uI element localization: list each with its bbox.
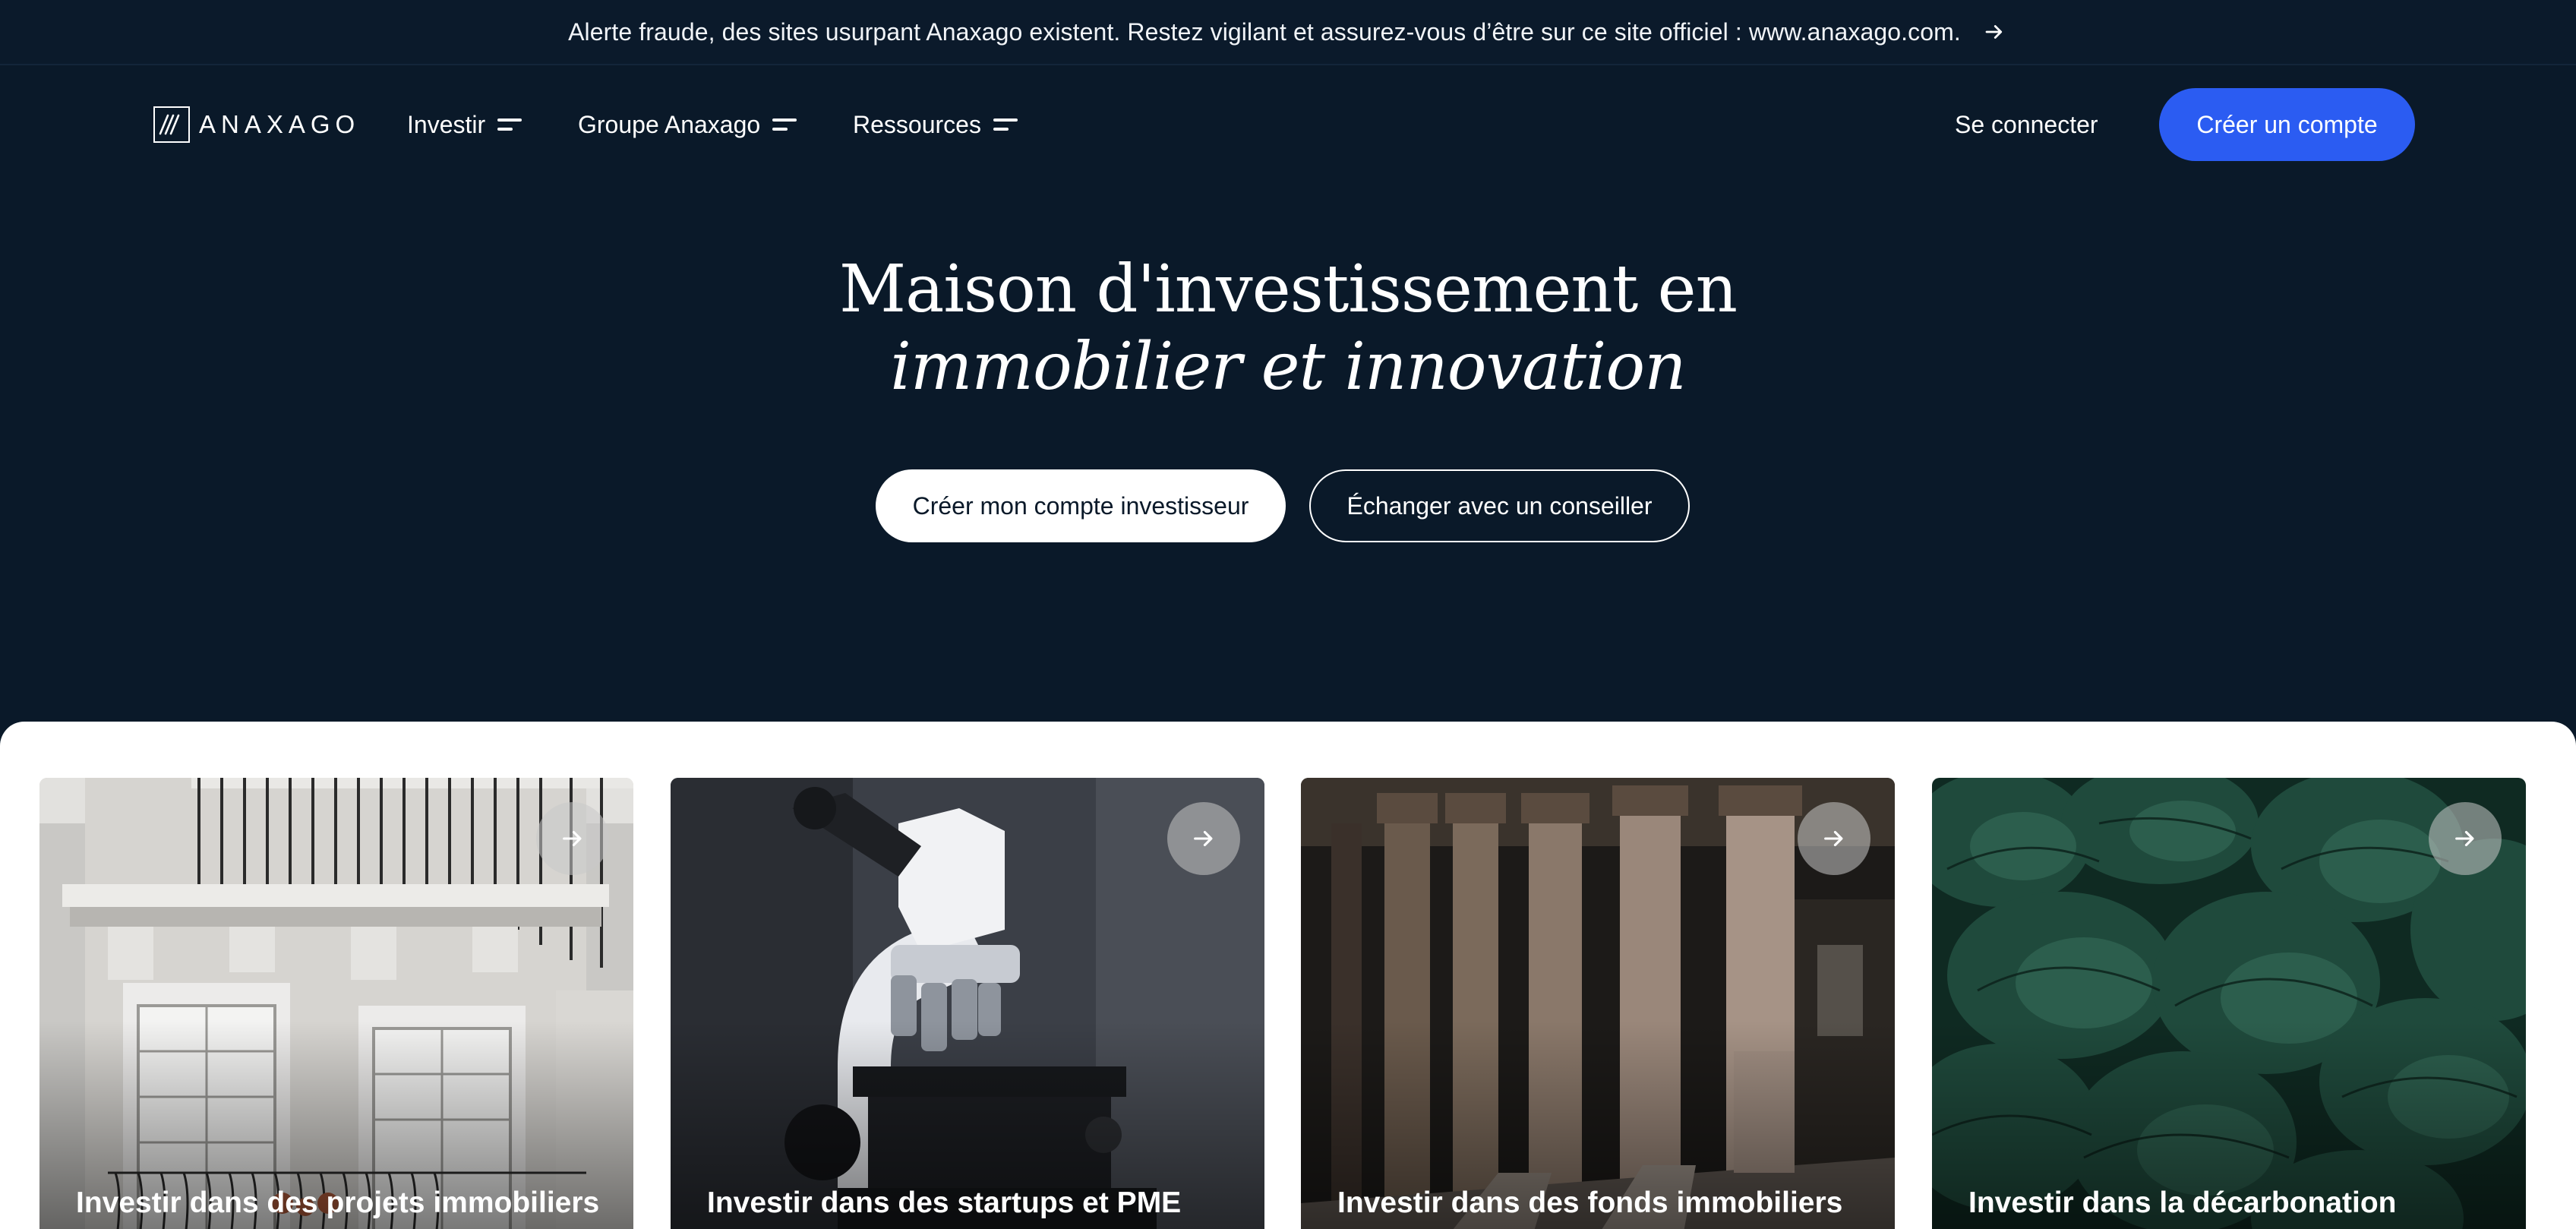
card-real-estate-projects[interactable]: Investir dans des projets immobiliers [39, 778, 633, 1229]
menu-lines-icon [993, 118, 1019, 132]
nav-item-label: Groupe Anaxago [578, 111, 761, 138]
nav-item-groupe-anaxago[interactable]: Groupe Anaxago [578, 111, 798, 139]
signup-button[interactable]: Créer un compte [2159, 88, 2415, 161]
login-link[interactable]: Se connecter [1955, 111, 2098, 139]
card-label: Investir dans des startups et PME [707, 1186, 1182, 1219]
nav-item-label: Ressources [853, 111, 981, 138]
menu-lines-icon [497, 118, 523, 132]
fraud-alert-text: Alerte fraude, des sites usurpant Anaxag… [568, 17, 1961, 46]
menu-lines-icon [772, 118, 798, 132]
fraud-alert-banner[interactable]: Alerte fraude, des sites usurpant Anaxag… [0, 0, 2576, 65]
arrow-right-icon[interactable] [536, 802, 609, 875]
hero-title-line-2: immobilier et innovation [890, 329, 1686, 405]
card-real-estate-funds[interactable]: Investir dans des fonds immobiliers [1301, 778, 1895, 1229]
nav-item-investir[interactable]: Investir [407, 111, 523, 139]
logo-wordmark: ANAXAGO [199, 110, 361, 138]
hero-title: Maison d'investissement en immobilier et… [0, 251, 2576, 406]
hero-title-line-1: Maison d'investissement en [839, 251, 1738, 327]
arrow-right-icon[interactable] [2429, 802, 2502, 875]
arrow-right-icon[interactable] [1798, 802, 1870, 875]
arrow-right-icon[interactable] [1981, 18, 2008, 46]
logo-mark-icon [153, 106, 190, 143]
card-decarbonation[interactable]: Investir dans la décarbonation [1932, 778, 2526, 1229]
card-label: Investir dans des fonds immobiliers [1337, 1186, 1843, 1219]
main-navigation: ANAXAGO Investir Groupe Anaxago Ressourc… [0, 67, 2576, 181]
create-investor-account-button[interactable]: Créer mon compte investisseur [876, 469, 1286, 542]
card-label: Investir dans des projets immobiliers [76, 1186, 600, 1219]
nav-item-label: Investir [407, 111, 486, 138]
investment-cards-section: Investir dans des projets immobiliers In… [0, 722, 2576, 1229]
arrow-right-icon[interactable] [1167, 802, 1240, 875]
nav-item-ressources[interactable]: Ressources [853, 111, 1019, 139]
card-label: Investir dans la décarbonation [1968, 1186, 2397, 1219]
anaxago-logo[interactable]: ANAXAGO [153, 106, 360, 143]
card-startups-pme[interactable]: Investir dans des startups et PME [671, 778, 1264, 1229]
talk-to-advisor-button[interactable]: Échanger avec un conseiller [1309, 469, 1690, 542]
